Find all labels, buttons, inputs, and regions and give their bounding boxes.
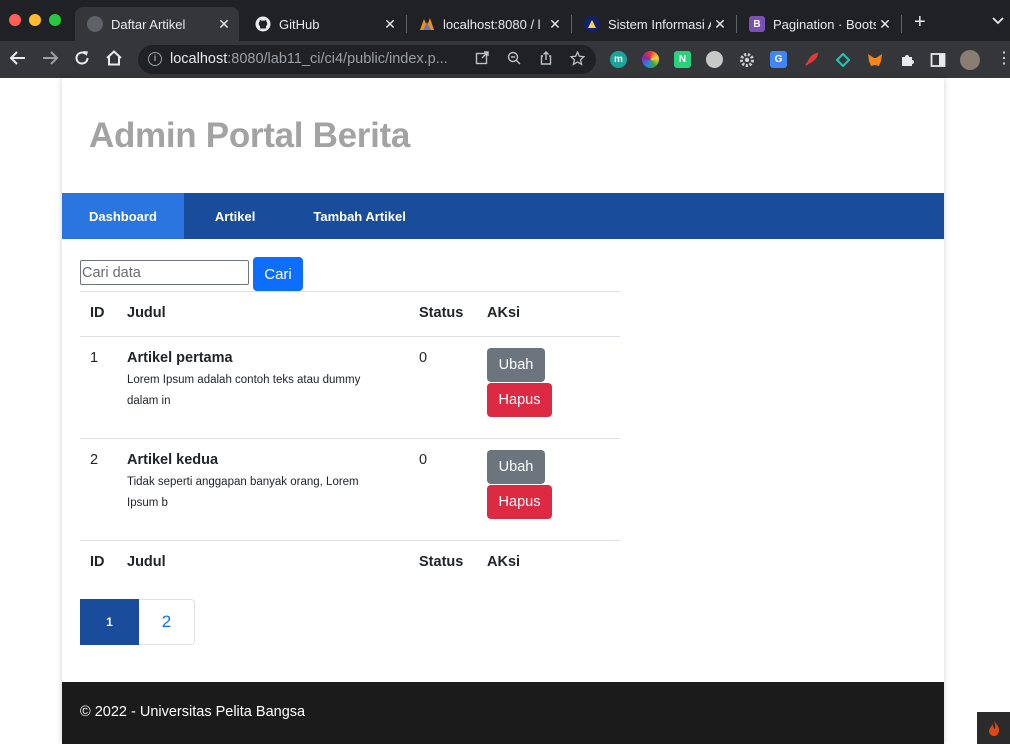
browser-tab-github[interactable]: GitHub ✕ (243, 7, 405, 41)
minimize-window-button[interactable] (29, 14, 41, 26)
edit-button[interactable]: Ubah (487, 348, 545, 382)
university-icon (584, 16, 600, 32)
phpmyadmin-icon (419, 16, 435, 32)
footer-header-status: Status (419, 554, 464, 570)
color-picker-extension-icon[interactable] (642, 51, 659, 68)
nav-artikel[interactable]: Artikel (184, 193, 286, 239)
extension-m-icon[interactable]: m (610, 51, 627, 68)
column-header-aksi: AKsi (487, 305, 521, 321)
address-bar[interactable]: i localhost:8080/lab11_ci/ci4/public/ind… (138, 45, 596, 74)
row-2-id: 2 (90, 452, 99, 468)
diamond-extension-icon[interactable] (834, 51, 851, 68)
table-divider (80, 438, 620, 439)
side-panel-icon[interactable] (929, 51, 946, 68)
github-icon (255, 16, 271, 32)
url-text: localhost:8080/lab11_ci/ci4/public/index… (170, 51, 448, 67)
reload-icon[interactable] (72, 49, 92, 69)
maximize-window-button[interactable] (49, 14, 61, 26)
row-1-description: Lorem Ipsum adalah contoh teks atau dumm… (127, 374, 361, 407)
edit-button[interactable]: Ubah (487, 450, 545, 484)
column-header-judul: Judul (127, 305, 166, 321)
tab-title: localhost:8080 / l (443, 16, 541, 32)
footer-copyright: © 2022 - Universitas Pelita Bangsa (80, 704, 306, 720)
footer-header-id: ID (90, 554, 105, 570)
delete-button[interactable]: Hapus (487, 383, 552, 417)
main-navbar: Dashboard Artikel Tambah Artikel (62, 193, 944, 239)
tab-title: Daftar Artikel (111, 16, 186, 32)
forward-arrow-icon[interactable] (40, 49, 60, 69)
tab-title: Sistem Informasi A (608, 16, 711, 32)
close-tab-icon[interactable]: ✕ (215, 16, 233, 33)
site-title: Admin Portal Berita (89, 116, 411, 155)
row-2-description: Tidak seperti anggapan banyak orang, Lor… (127, 476, 359, 509)
metamask-fox-icon[interactable] (866, 51, 883, 68)
tab-title: GitHub (279, 16, 320, 32)
browser-menu-icon[interactable]: ⋮ (994, 49, 1010, 69)
translate-extension-icon[interactable]: G (770, 51, 787, 68)
zoom-icon[interactable] (506, 51, 522, 67)
nav-dashboard[interactable]: Dashboard (62, 193, 184, 239)
table-divider (80, 291, 620, 292)
search-input[interactable] (80, 260, 249, 285)
close-tab-icon[interactable]: ✕ (381, 16, 399, 33)
site-icon (87, 16, 103, 32)
extension-icon[interactable] (706, 51, 723, 68)
main-container: Admin Portal Berita Dashboard Artikel Ta… (62, 78, 944, 744)
footer-header-judul: Judul (127, 554, 166, 570)
browser-tab-phpmyadmin[interactable]: localhost:8080 / l ✕ (407, 7, 570, 41)
browser-tab-bootstrap[interactable]: B Pagination · Boots ✕ (737, 7, 900, 41)
back-arrow-icon[interactable] (8, 49, 28, 69)
extensions-puzzle-icon[interactable] (898, 51, 915, 68)
row-2-status: 0 (419, 452, 428, 468)
codeigniter-debug-toolbar-icon[interactable] (977, 712, 1010, 744)
rocket-extension-icon[interactable] (802, 51, 819, 68)
close-tab-icon[interactable]: ✕ (876, 16, 894, 33)
close-tab-icon[interactable]: ✕ (546, 16, 564, 33)
nav-tambah-artikel[interactable]: Tambah Artikel (286, 193, 432, 239)
settings-extension-icon[interactable] (738, 51, 755, 68)
bootstrap-icon: B (749, 16, 765, 32)
page-2-link[interactable]: 2 (139, 599, 195, 645)
browser-tab-daftar-artikel[interactable]: Daftar Artikel ✕ (75, 7, 239, 41)
column-header-status: Status (419, 305, 464, 321)
site-footer: © 2022 - Universitas Pelita Bangsa (62, 682, 944, 744)
browser-tab-sistem-informasi[interactable]: Sistem Informasi A ✕ (572, 7, 735, 41)
column-header-id: ID (90, 305, 105, 321)
open-external-icon[interactable] (474, 51, 490, 67)
notion-extension-icon[interactable]: N (674, 51, 691, 68)
bookmark-star-icon[interactable] (568, 50, 586, 67)
search-button[interactable]: Cari (253, 257, 303, 291)
tab-separator (901, 15, 902, 33)
table-divider (80, 540, 620, 541)
row-2-title: Artikel kedua (127, 452, 219, 468)
profile-avatar[interactable] (960, 50, 980, 70)
table-divider (80, 336, 620, 337)
close-window-button[interactable] (9, 14, 21, 26)
new-tab-button[interactable]: + (914, 12, 926, 32)
close-tab-icon[interactable]: ✕ (711, 16, 729, 33)
row-1-status: 0 (419, 350, 428, 366)
pagination: 1 2 (80, 599, 195, 645)
browser-toolbar: i localhost:8080/lab11_ci/ci4/public/ind… (0, 41, 1010, 78)
tab-search-icon[interactable] (992, 14, 1004, 28)
site-info-icon[interactable]: i (148, 52, 162, 66)
tab-title: Pagination · Boots (773, 16, 876, 32)
delete-button[interactable]: Hapus (487, 485, 552, 519)
browser-tab-strip: Daftar Artikel ✕ GitHub ✕ localhost:8080… (0, 0, 1010, 41)
row-1-title: Artikel pertama (127, 350, 233, 366)
footer-header-aksi: AKsi (487, 554, 521, 570)
page-1-button[interactable]: 1 (80, 599, 139, 645)
home-icon[interactable] (104, 49, 124, 69)
row-1-id: 1 (90, 350, 99, 366)
share-icon[interactable] (538, 51, 554, 67)
